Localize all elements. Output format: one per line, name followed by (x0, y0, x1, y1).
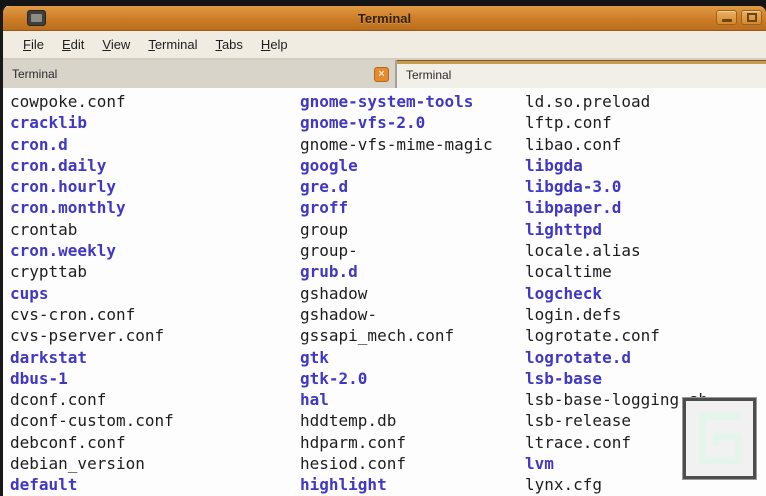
dir-entry: libgda-3.0 (525, 176, 708, 197)
terminal-output[interactable]: cowpoke.confcracklibcron.dcron.dailycron… (3, 88, 766, 496)
minimize-button[interactable] (716, 10, 737, 25)
window-title: Terminal (358, 11, 411, 26)
file-entry: dconf.conf (10, 389, 174, 410)
dir-entry: cron.weekly (10, 240, 174, 261)
dir-entry: gtk (300, 347, 493, 368)
file-entry: gssapi_mech.conf (300, 325, 493, 346)
file-entry: hddtemp.db (300, 410, 493, 431)
dir-entry: lvm (525, 453, 708, 474)
file-entry: lsb-release (525, 410, 708, 431)
file-entry: hesiod.conf (300, 453, 493, 474)
file-entry: login.defs (525, 304, 708, 325)
file-entry: logrotate.conf (525, 325, 708, 346)
dir-entry: cron.hourly (10, 176, 174, 197)
file-entry: libao.conf (525, 134, 708, 155)
menu-item-file[interactable]: File (14, 33, 53, 56)
menu-item-tabs[interactable]: Tabs (206, 33, 251, 56)
dir-entry: logrotate.d (525, 347, 708, 368)
titlebar[interactable]: Terminal (3, 6, 766, 31)
tab-label: Terminal (397, 68, 451, 82)
tabbar: Terminal × Terminal (3, 60, 766, 88)
dir-entry: lsb-base (525, 368, 708, 389)
file-entry: lftp.conf (525, 112, 708, 133)
tab-label: Terminal (3, 67, 57, 81)
minimize-icon (722, 19, 732, 22)
file-entry: cvs-cron.conf (10, 304, 174, 325)
file-column-1: cowpoke.confcracklibcron.dcron.dailycron… (10, 91, 174, 496)
g-logo (683, 398, 756, 479)
dir-entry: libgda (525, 155, 708, 176)
file-entry: crontab (10, 219, 174, 240)
maximize-icon (747, 13, 757, 22)
file-entry: gnome-vfs-mime-magic (300, 134, 493, 155)
dir-entry: darkstat (10, 347, 174, 368)
dir-entry: libpaper.d (525, 197, 708, 218)
file-entry: lynx.cfg (525, 474, 708, 495)
screen: Terminal FileEditViewTerminalTabsHelp Te… (0, 0, 766, 496)
file-entry: debconf.conf (10, 432, 174, 453)
file-entry: cowpoke.conf (10, 91, 174, 112)
terminal-window-icon[interactable] (27, 10, 46, 26)
dir-entry: google (300, 155, 493, 176)
file-entry: ld.so.preload (525, 91, 708, 112)
file-column-2: gnome-system-toolsgnome-vfs-2.0gnome-vfs… (300, 91, 493, 496)
dir-entry: gnome-system-tools (300, 91, 493, 112)
file-entry: crypttab (10, 261, 174, 282)
terminal-icon-screen (31, 14, 42, 22)
file-entry: hdparm.conf (300, 432, 493, 453)
close-icon: × (378, 69, 384, 80)
dir-entry: cron.daily (10, 155, 174, 176)
dir-entry: cron.monthly (10, 197, 174, 218)
g-logo-icon (690, 405, 749, 472)
dir-entry: lighttpd (525, 219, 708, 240)
menu-item-view[interactable]: View (93, 33, 139, 56)
dir-entry: hal (300, 389, 493, 410)
menubar: FileEditViewTerminalTabsHelp (3, 31, 766, 60)
dir-entry: highlight (300, 474, 493, 495)
tab-terminal-2[interactable]: Terminal (397, 60, 766, 88)
tab-close-button[interactable]: × (374, 67, 389, 82)
dir-entry: gnome-vfs-2.0 (300, 112, 493, 133)
file-entry: lsb-base-logging.sh (525, 389, 708, 410)
dir-entry: grub.d (300, 261, 493, 282)
file-entry: debian_version (10, 453, 174, 474)
dir-entry: logcheck (525, 283, 708, 304)
menu-item-help[interactable]: Help (252, 33, 297, 56)
terminal-window: Terminal FileEditViewTerminalTabsHelp Te… (0, 6, 766, 496)
file-entry: ltrace.conf (525, 432, 708, 453)
file-entry: dconf-custom.conf (10, 410, 174, 431)
menu-item-terminal[interactable]: Terminal (139, 33, 206, 56)
maximize-button[interactable] (741, 10, 762, 25)
file-entry: group (300, 219, 493, 240)
file-entry: gshadow (300, 283, 493, 304)
dir-entry: gtk-2.0 (300, 368, 493, 389)
dir-entry: cups (10, 283, 174, 304)
dir-entry: cron.d (10, 134, 174, 155)
menu-item-edit[interactable]: Edit (53, 33, 93, 56)
dir-entry: gre.d (300, 176, 493, 197)
dir-entry: groff (300, 197, 493, 218)
file-entry: locale.alias (525, 240, 708, 261)
dir-entry: cracklib (10, 112, 174, 133)
tab-terminal-1[interactable]: Terminal × (3, 60, 397, 88)
file-entry: cvs-pserver.conf (10, 325, 174, 346)
file-entry: gshadow- (300, 304, 493, 325)
file-entry: localtime (525, 261, 708, 282)
file-column-3: ld.so.preloadlftp.conflibao.conflibgdali… (525, 91, 708, 496)
dir-entry: dbus-1 (10, 368, 174, 389)
file-entry: group- (300, 240, 493, 261)
dir-entry: default (10, 474, 174, 495)
